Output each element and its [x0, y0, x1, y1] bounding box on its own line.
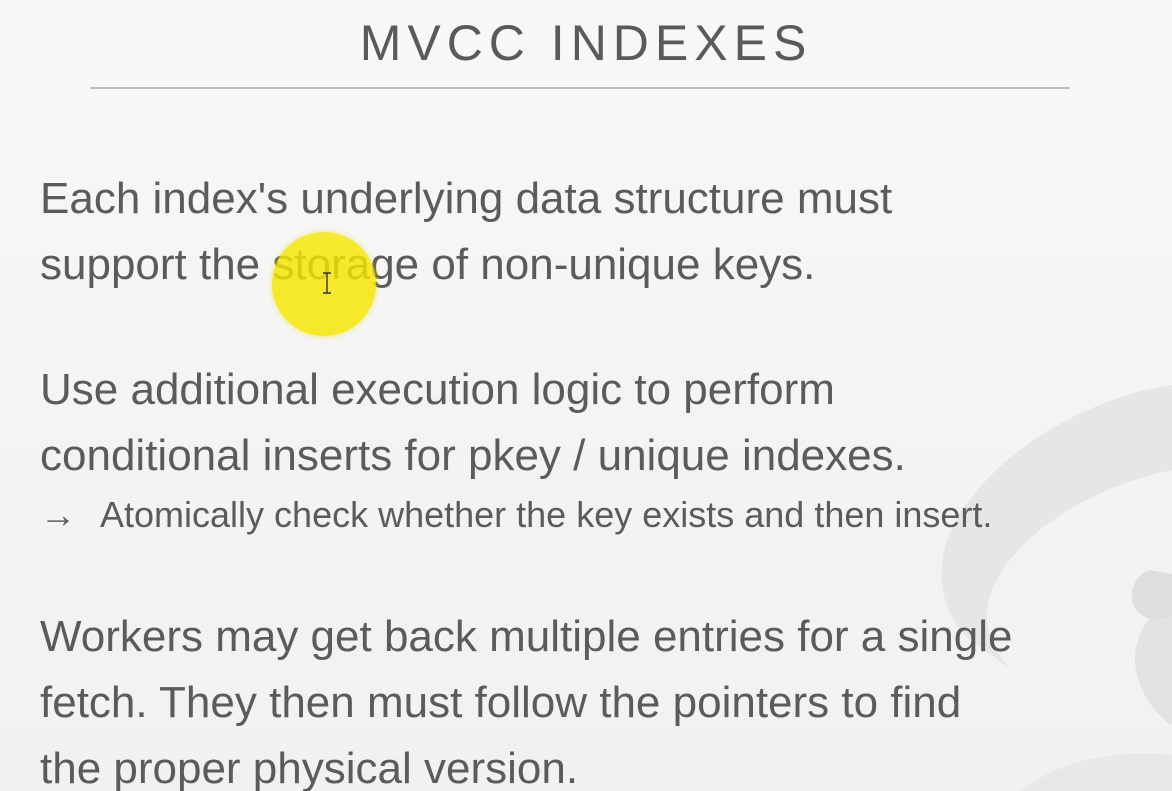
paragraph-line: support the storage of non-unique keys.	[40, 240, 816, 289]
sub-bullet-text: Atomically check whether the key exists …	[100, 494, 993, 535]
slide: MVCC INDEXES Each index's underlying dat…	[0, 0, 1172, 791]
paragraph-line: Each index's underlying data structure m…	[40, 174, 893, 223]
arrow-right-icon: →	[40, 494, 76, 535]
title-divider	[90, 87, 1070, 89]
text-cursor-icon	[323, 272, 331, 294]
paragraph-line: fetch. They then must follow the pointer…	[40, 678, 962, 727]
paragraph-line: Workers may get back multiple entries fo…	[40, 612, 1013, 661]
paragraph-multiple-entries: Workers may get back multiple entries fo…	[40, 604, 1160, 791]
paragraph-line: the proper physical version.	[40, 744, 579, 791]
paragraph-line: conditional inserts for pkey / unique in…	[40, 431, 906, 480]
paragraph-line: Use additional execution logic to perfor…	[40, 365, 835, 414]
sub-bullet-atomic-check: → Atomically check whether the key exists…	[40, 492, 992, 538]
paragraph-conditional-inserts: Use additional execution logic to perfor…	[40, 357, 1160, 489]
paragraph-nonunique-keys: Each index's underlying data structure m…	[40, 166, 1160, 298]
slide-title: MVCC INDEXES	[359, 15, 813, 71]
